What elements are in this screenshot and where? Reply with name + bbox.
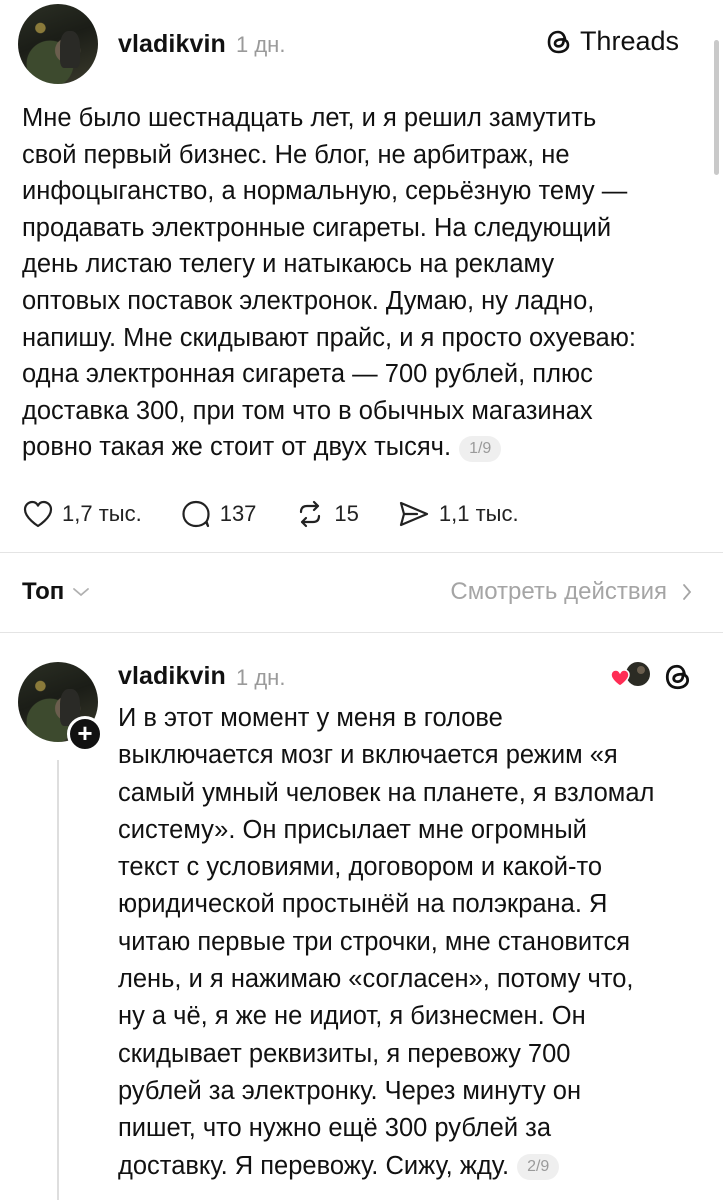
post-body: Мне было шестнадцать лет, и я решил заму… xyxy=(22,104,636,462)
follow-plus-icon[interactable]: + xyxy=(67,716,103,752)
post-text: Мне было шестнадцать лет, и я решил заму… xyxy=(22,100,692,466)
thread-line xyxy=(57,760,59,1200)
reply-time: 1 дн. xyxy=(236,665,286,690)
post-time: 1 дн. xyxy=(236,32,286,57)
activity-label: Смотреть действия xyxy=(450,578,667,605)
threads-logo-icon xyxy=(665,664,690,690)
chevron-right-icon xyxy=(683,584,692,600)
like-count: 1,7 тыс. xyxy=(62,501,142,526)
reply-threads-link[interactable] xyxy=(664,662,692,697)
comment-bubble-icon xyxy=(182,500,210,528)
page-indicator: 2/9 xyxy=(517,1153,560,1180)
divider xyxy=(0,552,723,553)
send-icon xyxy=(399,501,429,527)
sort-label: Топ xyxy=(22,578,65,605)
scrollbar[interactable] xyxy=(714,40,719,175)
post-actions: 1,7 тыс. 137 15 1,1 тыс. xyxy=(22,496,557,532)
post-username[interactable]: vladikvin xyxy=(118,30,226,59)
repost-icon xyxy=(300,500,321,528)
comment-button[interactable]: 137 xyxy=(180,499,257,529)
threads-link[interactable]: Threads xyxy=(546,26,679,57)
repost-button[interactable]: 15 xyxy=(294,499,359,529)
reply-text: И в этот момент у меня в голове выключае… xyxy=(118,700,698,1185)
chevron-down-icon xyxy=(73,588,90,597)
reply-body: И в этот момент у меня в голове выключае… xyxy=(118,704,655,1180)
like-button[interactable]: 1,7 тыс. xyxy=(22,499,142,529)
reply-username[interactable]: vladikvin xyxy=(118,662,226,691)
sort-dropdown[interactable]: Топ xyxy=(22,578,90,606)
heart-icon xyxy=(23,500,53,528)
liked-by-author-badge xyxy=(608,660,652,692)
share-button[interactable]: 1,1 тыс. xyxy=(397,499,519,529)
divider xyxy=(0,632,723,633)
threads-label: Threads xyxy=(579,26,679,56)
comment-count: 137 xyxy=(219,501,257,526)
avatar[interactable] xyxy=(18,4,98,84)
view-activity-link[interactable]: Смотреть действия xyxy=(450,578,693,606)
page-indicator: 1/9 xyxy=(459,435,502,462)
threads-logo-icon xyxy=(547,30,570,53)
heart-avatar-icon xyxy=(610,662,650,687)
share-count: 1,1 тыс. xyxy=(438,501,519,526)
repost-count: 15 xyxy=(334,501,359,526)
